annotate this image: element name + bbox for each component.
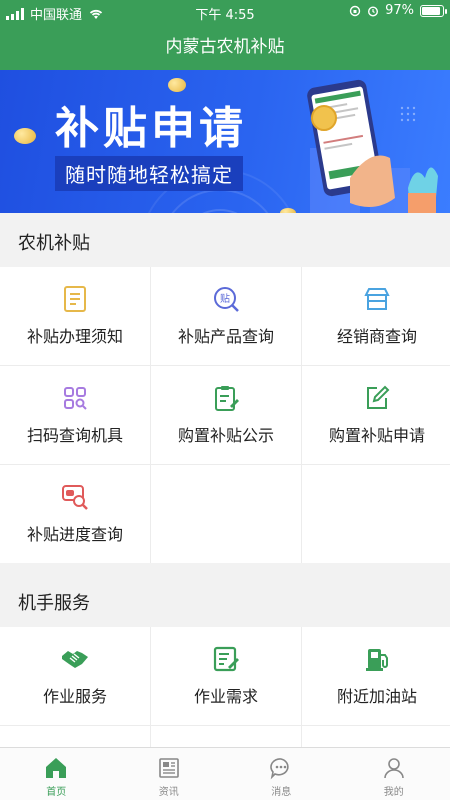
grid-item-label: 购置补贴申请 [328,426,425,445]
handshake-icon [62,651,88,668]
banner[interactable]: 补贴申请 随时随地轻松搞定 [0,70,450,213]
tab-messages[interactable]: 消息 [225,748,338,800]
fuel-pump-icon [366,649,388,671]
tab-label: 首页 [46,787,67,798]
user-icon [383,758,404,779]
news-icon [158,758,179,778]
rotation-lock-icon [349,5,361,16]
battery-percent: 97% [385,3,414,18]
grid-item-dealer-search[interactable]: 经销商查询 [302,267,450,365]
section-title: 机手服务 [18,593,90,614]
grid-item-label: 扫码查询机具 [26,426,123,445]
svg-text:贴: 贴 [220,292,230,305]
tab-label: 消息 [271,787,292,798]
status-bar: 中国联通 下午 4:55 97% [0,0,450,24]
grid-item-work-demand[interactable]: 作业需求 [151,627,301,725]
grid-item-scan-machine[interactable]: 扫码查询机具 [0,366,150,464]
scan-grid-icon [64,387,87,410]
grid-item-label: 购置补贴公示 [177,426,274,445]
tab-label: 资讯 [158,787,179,798]
clipboard-pen-icon [213,646,239,672]
grid-item-nearby-gas-station[interactable]: 附近加油站 [302,627,450,725]
progress-search-icon [62,485,88,510]
document-list-icon [64,286,86,312]
grid-item-label: 补贴产品查询 [177,327,274,346]
grid-empty-cell [302,465,450,563]
tab-home[interactable]: 首页 [0,748,113,800]
tab-news[interactable]: 资讯 [113,748,226,800]
tab-bar: 首页 资讯 消息 我的 [0,747,450,800]
coin-icon [168,78,186,92]
grid-item-label: 附近加油站 [336,687,417,706]
grid-item-subsidy-product-search[interactable]: 贴 补贴产品查询 [151,267,301,365]
grid-empty-cell [151,465,301,563]
tab-profile[interactable]: 我的 [338,748,450,800]
grid-item-subsidy-guide[interactable]: 补贴办理须知 [0,267,150,365]
clipboard-edit-icon [215,386,239,411]
tab-label: 我的 [383,787,404,798]
banner-subtitle: 随时随地轻松搞定 [55,156,243,191]
grid-item-label: 补贴办理须知 [26,327,123,346]
grid-item-label: 补贴进度查询 [26,525,123,544]
subsidy-search-icon: 贴 [214,287,239,312]
section-title: 农机补贴 [18,233,90,254]
alarm-icon [368,5,379,17]
grid-item-subsidy-publicity[interactable]: 购置补贴公示 [151,366,301,464]
section-header-farm-subsidy: 农机补贴 [0,213,450,267]
banner-title: 补贴申请 [55,103,247,154]
grid-item-label: 作业服务 [42,687,107,706]
message-icon [270,758,289,780]
grid-item-work-service[interactable]: 作业服务 [0,627,150,725]
grid-item-progress-search[interactable]: 补贴进度查询 [0,465,150,563]
battery-icon [420,4,447,17]
section-header-driver-service: 机手服务 [0,573,450,627]
grid-item-label: 经销商查询 [336,327,417,346]
coin-icon [14,128,36,144]
page-title: 内蒙古农机补贴 [0,24,450,70]
grid-item-subsidy-apply[interactable]: 购置补贴申请 [302,366,450,464]
edit-square-icon [367,385,390,409]
grid-item-label: 作业需求 [193,687,258,706]
store-icon [364,288,390,310]
phone-in-hand-illustration [307,79,438,213]
farm-subsidy-grid: 补贴办理须知 贴 补贴产品查询 经销商查询 扫码查询机具 购置补贴公示 购置补贴… [0,267,450,563]
home-icon [46,758,67,778]
